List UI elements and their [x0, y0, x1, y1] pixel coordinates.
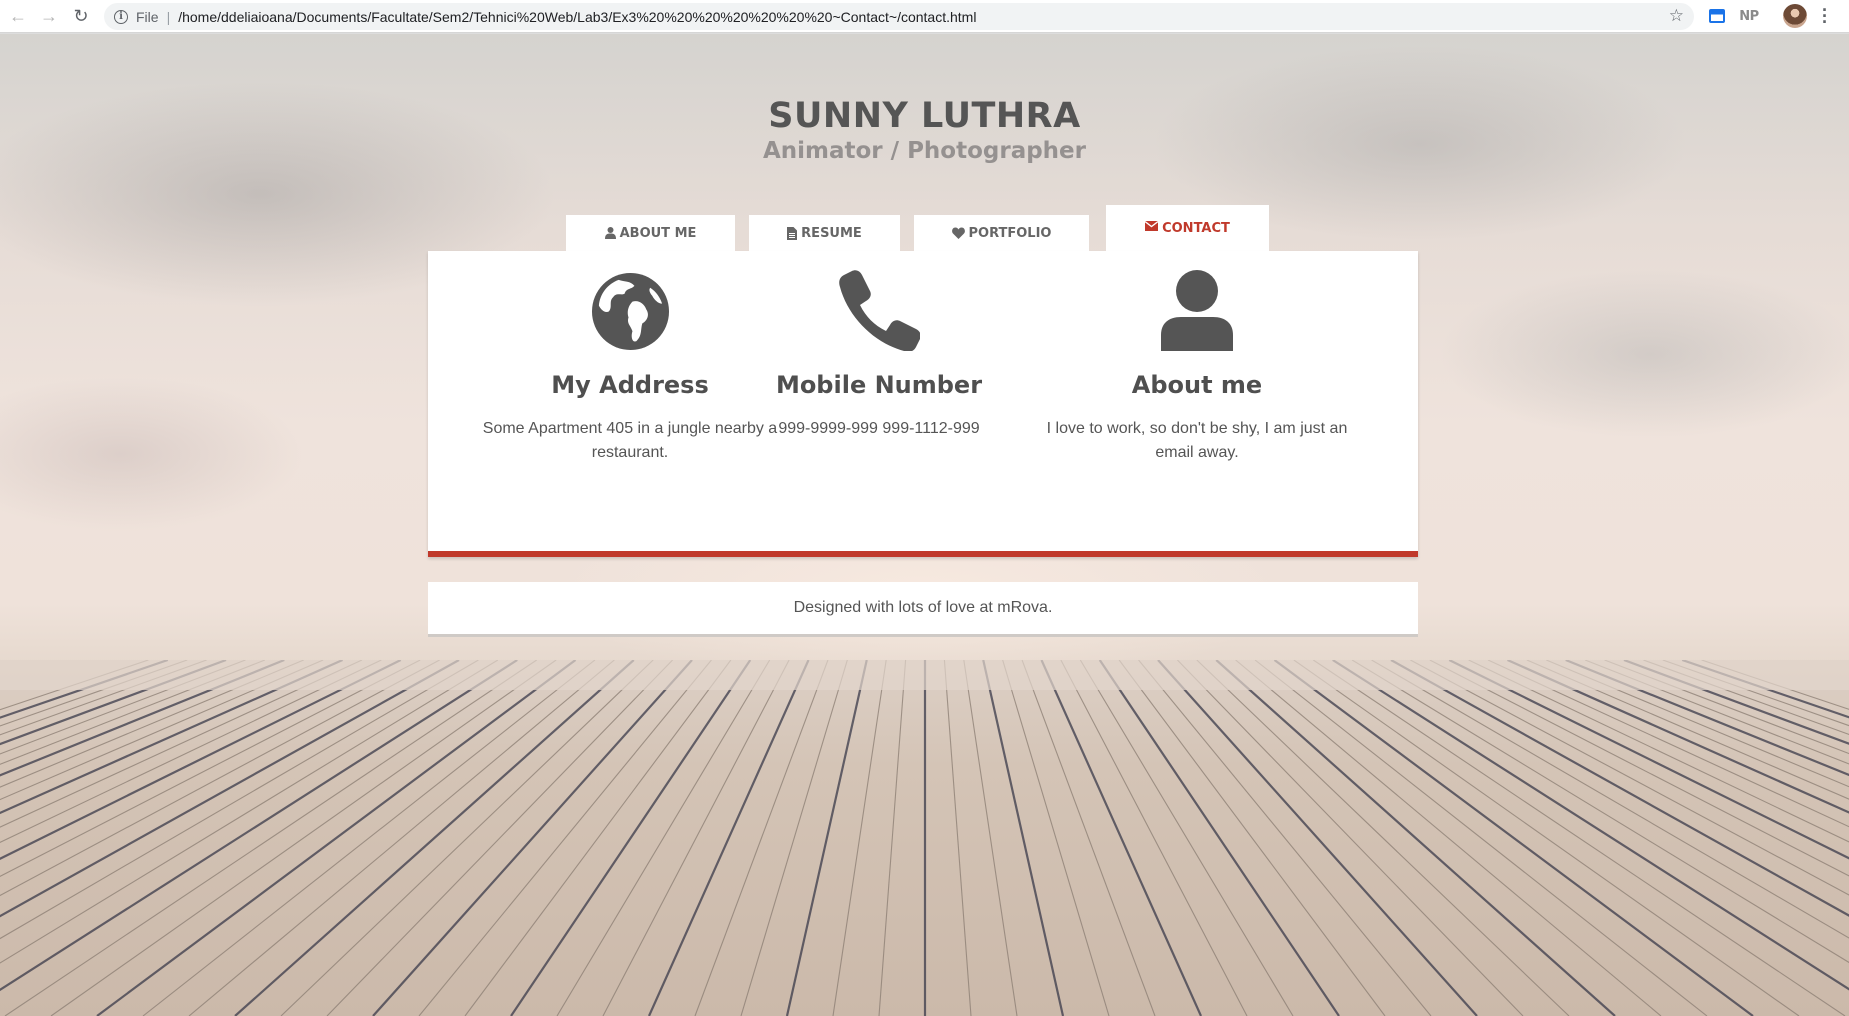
browser-toolbar: ← → ↻ i File | /home/ddeliaioana/Documen… [0, 0, 1849, 33]
tab-resume[interactable]: RESUME [749, 215, 900, 251]
floor-plank-line [0, 660, 382, 844]
address-scheme: File [136, 8, 159, 25]
bookmark-star-icon[interactable]: ☆ [1669, 6, 1684, 26]
tab-portfolio-label: PORTFOLIO [968, 225, 1052, 241]
browser-menu-icon[interactable]: · · · [1818, 1, 1832, 31]
extension-window-icon[interactable] [1708, 6, 1726, 26]
floor-plank-line [372, 660, 693, 1016]
floor-plank-line [1157, 660, 1478, 1016]
floor-plank-line [740, 660, 848, 1016]
contact-card: My Address Some Apartment 405 in a jungl… [428, 251, 1418, 557]
floor-plank-line [418, 660, 712, 1016]
globe-icon [591, 272, 669, 351]
tab-resume-label: RESUME [801, 225, 862, 241]
floor-plank-line [785, 660, 868, 1016]
floor-planks [0, 660, 1849, 1016]
person-icon [1161, 270, 1233, 351]
floor-plank-line [326, 660, 673, 1016]
floor-plank-line [1040, 660, 1203, 1016]
floor-plank-line [943, 660, 972, 1016]
floor-plank-line [0, 660, 363, 828]
address-separator: | [166, 8, 171, 25]
floor-plank-line [1390, 660, 1849, 917]
site-role: Animator / Photographer [762, 138, 1087, 164]
address-title: My Address [551, 371, 709, 399]
phone-icon [839, 270, 920, 351]
mobile-column: Mobile Number 999-9999-999 999-1112-999 [770, 251, 988, 441]
about-text: I love to work, so don't be shy, I am ju… [1046, 420, 1348, 461]
floor-plank-line [1254, 660, 1708, 1016]
envelope-icon [1145, 221, 1159, 231]
floor-plank-line [0, 660, 188, 727]
footer: Designed with lots of love at mRova. [428, 582, 1418, 637]
floor-plank-line [832, 660, 887, 1016]
address-column: My Address Some Apartment 405 in a jungl… [480, 251, 780, 465]
floor-plank-line [1662, 660, 1849, 727]
floor-plank-line [50, 660, 557, 1016]
floor-plank-line [0, 660, 460, 918]
floor-plank-line [1293, 660, 1800, 1016]
floor-plank-line [963, 660, 1018, 1016]
floor-plank-line [878, 660, 907, 1016]
floor-plank-line [1332, 660, 1849, 991]
floor-plank-line [982, 660, 1065, 1016]
floor-plank-line [556, 660, 771, 1016]
footer-text: Designed with lots of love at mRova. [793, 599, 1053, 616]
tab-contact-label: CONTACT [1162, 221, 1230, 236]
floor-plank-line [647, 660, 810, 1016]
floor-plank-line [1604, 660, 1849, 755]
floor-plank-line [1002, 660, 1110, 1016]
user-icon [604, 227, 616, 239]
page-background: SUNNY LUTHRA Animator / Photographer ABO… [0, 34, 1849, 1016]
tab-contact[interactable]: CONTACT [1106, 205, 1269, 251]
file-icon [787, 226, 798, 240]
profile-avatar[interactable] [1783, 4, 1807, 28]
floor-plank-line [142, 660, 596, 1016]
forward-arrow-icon[interactable]: → [37, 4, 61, 28]
wooden-floor [0, 660, 1849, 1016]
heart-icon [951, 227, 965, 239]
floor-plank-line [1235, 660, 1662, 1016]
floor-plank-line [1526, 660, 1849, 800]
address-url[interactable]: /home/ddeliaioana/Documents/Facultate/Se… [178, 9, 976, 25]
floor-plank-line [0, 660, 227, 746]
back-arrow-icon[interactable]: ← [6, 4, 30, 28]
about-title: About me [1131, 371, 1263, 399]
address-text: Some Apartment 405 in a jungle nearby a … [482, 420, 778, 461]
site-name: SUNNY LUTHRA [768, 96, 1081, 136]
floor-plank-line [1177, 660, 1524, 1016]
floor-plank-line [1138, 660, 1432, 1016]
floor-plank-line [0, 660, 518, 992]
reload-icon[interactable]: ↻ [69, 4, 93, 28]
floor-horizon-haze [0, 660, 1849, 690]
mobile-title: Mobile Number [775, 371, 983, 399]
info-icon[interactable]: i [114, 9, 128, 24]
tab-about-me-label: ABOUT ME [619, 225, 697, 241]
floor-plank-line [0, 660, 324, 801]
tab-portfolio[interactable]: PORTFOLIO [914, 215, 1089, 251]
floor-plank-line [1487, 660, 1849, 828]
tab-about-me[interactable]: ABOUT ME [566, 215, 735, 251]
about-column: About me I love to work, so don't be shy… [1042, 251, 1352, 465]
address-bar[interactable]: i File | /home/ddeliaioana/Documents/Fac… [104, 3, 1694, 30]
floor-plank-line [188, 660, 615, 1016]
floor-plank-line [1079, 660, 1294, 1016]
floor-plank-line [0, 660, 440, 897]
extension-np-icon[interactable]: NP [1738, 6, 1760, 26]
mobile-text: 999-9999-999 999-1112-999 [778, 420, 980, 437]
